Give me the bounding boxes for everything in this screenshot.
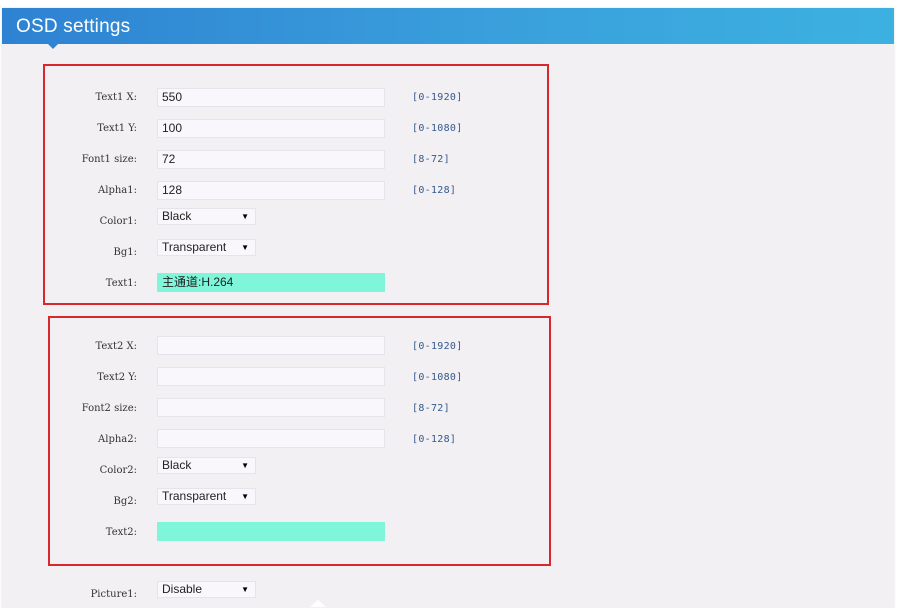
font2-size-input[interactable]	[157, 398, 385, 417]
bg2-select[interactable]: Transparent ▼	[157, 488, 256, 505]
text2-y-label: Text2 Y:	[97, 372, 137, 383]
bg2-select-value: Transparent	[162, 489, 227, 503]
alpha2-range: [0-128]	[412, 434, 457, 445]
bg1-select[interactable]: Transparent ▼	[157, 239, 256, 256]
picture1-select-value: Disable	[162, 582, 203, 596]
text2-y-range: [0-1080]	[412, 372, 463, 383]
font2-size-label: Font2 size:	[81, 403, 137, 414]
color1-label: Color1:	[99, 216, 137, 227]
chevron-down-icon: ▼	[241, 212, 249, 221]
alpha2-label: Alpha2:	[98, 434, 137, 445]
color2-label: Color2:	[99, 465, 137, 476]
bg1-label: Bg1:	[113, 247, 137, 258]
chevron-down-icon: ▼	[241, 585, 249, 594]
bg1-select-value: Transparent	[162, 240, 227, 254]
color2-select-value: Black	[162, 458, 192, 472]
header-notch-icon	[48, 44, 58, 49]
font2-size-range: [8-72]	[412, 403, 450, 414]
bottom-indicator-icon	[310, 600, 326, 607]
color1-select-value: Black	[162, 209, 192, 223]
chevron-down-icon: ▼	[241, 461, 249, 470]
text2-x-input[interactable]	[157, 336, 385, 355]
alpha1-label: Alpha1:	[98, 185, 137, 196]
text2-x-range: [0-1920]	[412, 341, 463, 352]
text2-label: Text2:	[105, 527, 137, 538]
text2-x-label: Text2 X:	[95, 341, 138, 352]
page-title: OSD settings	[16, 16, 131, 37]
font1-size-input[interactable]: 72	[157, 150, 385, 169]
alpha2-input[interactable]	[157, 429, 385, 448]
text1-y-range: [0-1080]	[412, 123, 463, 134]
picture1-select[interactable]: Disable ▼	[157, 581, 256, 598]
text2-y-input[interactable]	[157, 367, 385, 386]
alpha1-range: [0-128]	[412, 185, 457, 196]
chevron-down-icon: ▼	[241, 492, 249, 501]
bg2-label: Bg2:	[113, 496, 137, 507]
font1-size-label: Font1 size:	[81, 154, 137, 165]
text1-x-input[interactable]: 550	[157, 88, 385, 107]
text2-input[interactable]	[157, 522, 385, 541]
picture1-label: Picture1:	[90, 589, 137, 600]
text1-label: Text1:	[105, 278, 137, 289]
chevron-down-icon: ▼	[241, 243, 249, 252]
text1-input[interactable]: 主通道:H.264	[157, 273, 385, 292]
color2-select[interactable]: Black ▼	[157, 457, 256, 474]
font1-size-range: [8-72]	[412, 154, 450, 165]
color1-select[interactable]: Black ▼	[157, 208, 256, 225]
panel-header: OSD settings	[2, 8, 894, 44]
text1-y-label: Text1 Y:	[97, 123, 137, 134]
text1-y-input[interactable]: 100	[157, 119, 385, 138]
text1-x-label: Text1 X:	[95, 92, 138, 103]
text1-x-range: [0-1920]	[412, 92, 463, 103]
alpha1-input[interactable]: 128	[157, 181, 385, 200]
